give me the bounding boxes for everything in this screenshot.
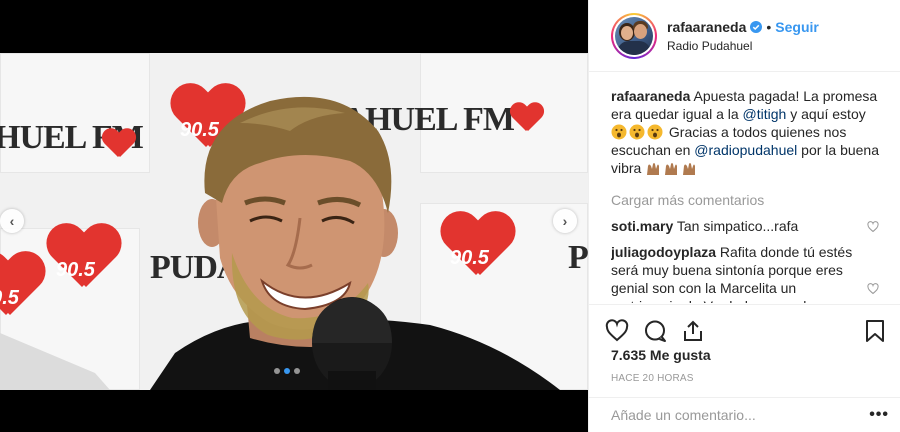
bookmark-icon[interactable] (861, 317, 889, 345)
person-illustration (0, 96, 560, 390)
share-icon[interactable] (679, 317, 707, 345)
prev-arrow-icon[interactable]: ‹ (0, 209, 24, 233)
comments-list: rafaaraneda Apuesta pagada! La promesa e… (611, 87, 889, 303)
carousel-dot (274, 368, 280, 374)
follow-button[interactable]: Seguir (775, 19, 819, 35)
location-link[interactable]: Radio Pudahuel (667, 39, 819, 53)
media-pane: HUEL FM DAHUEL FM 90.5 90.5 90.5 90.5 PU… (0, 0, 588, 432)
post-header: rafaaraneda • Seguir Radio Pudahuel (589, 0, 900, 72)
caption-text: y aquí estoy (790, 106, 866, 122)
more-options-icon[interactable]: ••• (869, 406, 889, 424)
header-username[interactable]: rafaaraneda (667, 19, 746, 35)
load-more-comments-button[interactable]: Cargar más comentarios (611, 191, 889, 209)
comment-item: juliagodoyplaza Rafita donde tú estés se… (611, 243, 889, 303)
caption-mention[interactable]: @radiopudahuel (694, 142, 797, 158)
verified-icon (750, 20, 763, 33)
carousel-indicator (274, 368, 300, 374)
caption-mention[interactable]: @titigh (743, 106, 787, 122)
comment-text: Tan simpatico...rafa (676, 218, 799, 234)
heart-icon[interactable] (603, 317, 631, 345)
add-comment-input[interactable] (611, 407, 870, 423)
post-timestamp[interactable]: HACE 20 HORAS (611, 373, 694, 384)
post-caption: rafaaraneda Apuesta pagada! La promesa e… (611, 87, 889, 177)
carousel-dot (294, 368, 300, 374)
avatar[interactable] (611, 12, 657, 59)
comment-username[interactable]: soti.mary (611, 218, 673, 234)
likes-count[interactable]: 7.635 Me gusta (611, 347, 711, 363)
caption-username[interactable]: rafaaraneda (611, 88, 690, 104)
comment-like-heart-icon[interactable] (867, 219, 879, 233)
header-separator: • (766, 18, 772, 35)
comment-item: soti.mary Tan simpatico...rafa (611, 217, 889, 235)
comment-icon[interactable] (641, 317, 669, 345)
post-detail-panel: rafaaraneda • Seguir Radio Pudahuel rafa… (588, 0, 900, 432)
comment-username[interactable]: juliagodoyplaza (611, 244, 716, 260)
carousel-dot-active (284, 368, 290, 374)
next-arrow-icon[interactable]: › (553, 209, 577, 233)
action-bar (589, 304, 900, 348)
comment-like-heart-icon[interactable] (867, 281, 879, 295)
post-photo[interactable]: HUEL FM DAHUEL FM 90.5 90.5 90.5 90.5 PU… (0, 53, 588, 390)
hands-emoji-icon (645, 160, 699, 176)
add-comment-bar: ••• (589, 397, 900, 432)
surprised-emoji-icon (611, 124, 669, 140)
